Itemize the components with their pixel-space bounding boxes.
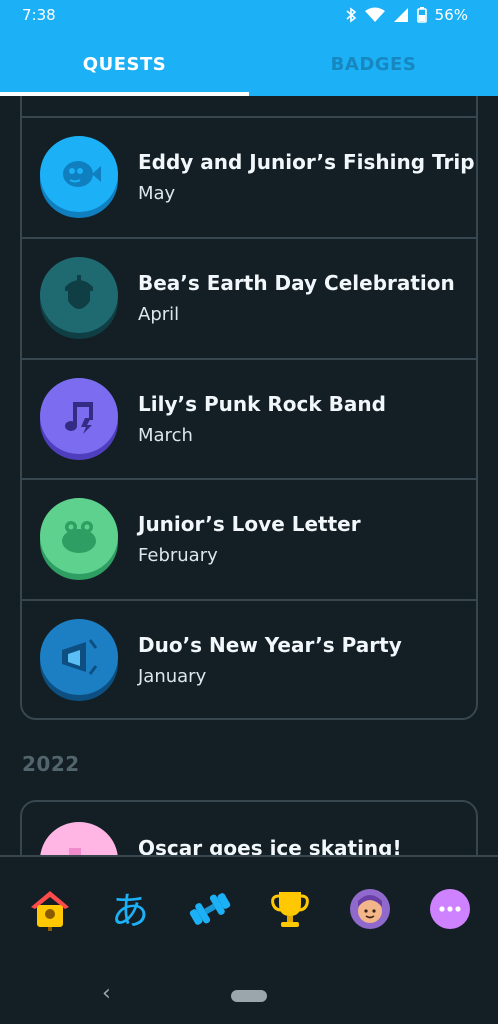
tab-quests[interactable]: QUESTS — [0, 32, 249, 96]
home-tab[interactable] — [26, 887, 74, 935]
row-divider — [22, 116, 476, 118]
row-divider — [22, 599, 476, 601]
quest-month: March — [138, 425, 193, 446]
quests-card-2023: Eddy and Junior’s Fishing Trip May Bea’s… — [20, 96, 478, 720]
quest-list-scroll[interactable]: Eddy and Junior’s Fishing Trip May Bea’s… — [0, 96, 498, 856]
quest-month: May — [138, 183, 176, 204]
leaderboard-tab[interactable] — [266, 887, 314, 935]
avatar-icon — [347, 887, 393, 935]
quest-title: Oscar goes ice skating! — [138, 836, 402, 856]
battery-percentage: 56% — [434, 6, 468, 24]
hiragana-a-icon: あ — [110, 889, 149, 933]
bluetooth-icon — [345, 7, 357, 23]
profile-tab[interactable] — [346, 887, 394, 935]
characters-tab[interactable]: あ — [106, 887, 154, 935]
quest-month: February — [138, 545, 218, 566]
trophy-icon — [269, 888, 311, 934]
battery-icon — [416, 7, 427, 23]
back-chevron-icon[interactable]: ‹ — [102, 981, 111, 1006]
quest-title: Lily’s Punk Rock Band — [138, 392, 386, 416]
status-bar: 7:38 56% — [0, 0, 498, 32]
list-item[interactable]: Oscar goes ice skating! — [22, 802, 476, 856]
list-item[interactable]: Eddy and Junior’s Fishing Trip May — [22, 116, 476, 236]
practice-tab[interactable] — [186, 887, 234, 935]
party-horn-badge-icon — [40, 619, 118, 701]
quest-title: Bea’s Earth Day Celebration — [138, 271, 455, 295]
more-dots-icon — [429, 888, 471, 934]
row-divider — [22, 358, 476, 360]
dumbbell-icon — [187, 889, 233, 933]
more-tab[interactable] — [426, 887, 474, 935]
frog-badge-icon — [40, 498, 118, 580]
acorn-badge-icon — [40, 257, 118, 339]
quest-month: January — [138, 666, 207, 687]
quest-month: April — [138, 304, 180, 325]
ice-skate-badge-icon — [40, 822, 118, 856]
list-item[interactable]: Junior’s Love Letter February — [22, 478, 476, 598]
pufferfish-badge-icon — [40, 136, 118, 218]
music-note-badge-icon — [40, 378, 118, 460]
top-tab-bar: QUESTS BADGES — [0, 32, 498, 96]
quest-title: Eddy and Junior’s Fishing Trip — [138, 150, 475, 174]
list-item[interactable]: Bea’s Earth Day Celebration April — [22, 237, 476, 357]
bottom-navigation: あ ‹ — [0, 855, 498, 1024]
year-header: 2022 — [22, 752, 80, 776]
birdhouse-icon — [27, 887, 73, 935]
list-item[interactable]: Lily’s Punk Rock Band March — [22, 358, 476, 478]
quest-title: Junior’s Love Letter — [138, 512, 361, 536]
row-divider — [22, 237, 476, 239]
quests-card-2022: Oscar goes ice skating! — [20, 800, 478, 856]
quest-title: Duo’s New Year’s Party — [138, 633, 402, 657]
status-time: 7:38 — [22, 6, 56, 24]
tab-badges[interactable]: BADGES — [249, 32, 498, 96]
cellular-signal-icon — [393, 7, 409, 23]
wifi-icon — [364, 7, 385, 23]
list-item[interactable]: Duo’s New Year’s Party January — [22, 599, 476, 719]
row-divider — [22, 478, 476, 480]
home-gesture-pill[interactable] — [231, 990, 267, 1002]
